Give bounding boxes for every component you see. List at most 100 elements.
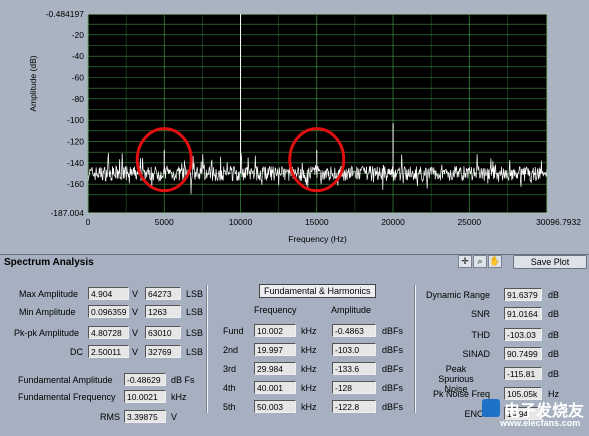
amp-row-lsb-unit: LSB — [186, 307, 204, 317]
x-tick-label: 5000 — [155, 217, 174, 227]
harmonic-amplitude-unit: dBFs — [382, 326, 404, 336]
cursor-tool-icon[interactable]: ✛ — [458, 255, 472, 268]
amp-row-volts-unit: V — [132, 289, 139, 299]
x-tick-label: 20000 — [381, 217, 405, 227]
harmonic-frequency-unit: kHz — [301, 364, 317, 374]
harmonic-frequency-unit: kHz — [301, 383, 317, 393]
metric-value: 91.0164 — [504, 307, 542, 320]
harmonic-name: 4th — [223, 383, 236, 393]
fund-amp-label: Fundamental Amplitude — [18, 375, 113, 385]
x-tick-label: 30096.7932 — [536, 217, 581, 227]
metric-value: 91.6379 — [504, 288, 542, 301]
x-tick-label: 10000 — [229, 217, 253, 227]
rms-label: RMS — [100, 412, 120, 422]
metric-unit: dB — [548, 349, 560, 359]
y-tick-label: -140 — [67, 158, 84, 168]
harmonic-name: 5th — [223, 402, 236, 412]
y-tick-label: -100 — [67, 115, 84, 125]
fund-amp-value: -0.48629 — [124, 373, 166, 386]
metric-value: -115.81 — [504, 367, 542, 380]
harmonic-amplitude-unit: dBFs — [382, 402, 404, 412]
harmonic-name: 2nd — [223, 345, 239, 355]
amp-row-lsb-unit: LSB — [186, 328, 204, 338]
metric-label: SINAD — [462, 349, 490, 359]
panel-title: Spectrum Analysis — [4, 257, 94, 268]
x-tick-label: 15000 — [305, 217, 329, 227]
amp-row-lsb: 32769 — [145, 345, 181, 358]
amp-row-volts-unit: V — [132, 347, 139, 357]
pan-tool-icon[interactable]: ✋ — [488, 255, 502, 268]
harmonic-frequency: 40.001 — [254, 381, 296, 394]
amp-row-lsb: 1263 — [145, 305, 181, 318]
harmonic-amplitude-unit: dBFs — [382, 345, 404, 355]
amp-row-volts: 2.50011 — [88, 345, 129, 358]
harmonic-amplitude: -103.0 — [332, 343, 376, 356]
metric-unit: dB — [548, 290, 560, 300]
fund-freq-label: Fundamental Frequency — [18, 392, 116, 402]
amp-row-label: DC — [70, 347, 83, 357]
y-tick-label: -120 — [67, 137, 84, 147]
metric-label: SNR — [470, 309, 490, 319]
amp-row-volts: 4.80728 — [88, 326, 129, 339]
harmonic-amplitude-unit: dBFs — [382, 383, 404, 393]
amp-row-lsb: 63010 — [145, 326, 181, 339]
harmonic-name: Fund — [223, 326, 244, 336]
fund-freq-value: 10.0021 — [124, 390, 166, 403]
y-tick-label: -60 — [72, 72, 85, 82]
amp-row-volts-unit: V — [132, 328, 139, 338]
spectrum-chart-svg: -0.484197 -20 -40 -60 -80 -100 -120 -140 -160 -18… — [28, 9, 581, 244]
harmonic-amplitude: -128 — [332, 381, 376, 394]
harmonic-amplitude: -133.6 — [332, 362, 376, 375]
harmonic-amplitude: -122.8 — [332, 400, 376, 413]
metric-unit: dB — [548, 330, 560, 340]
harmonic-amplitude: -0.4863 — [332, 324, 376, 337]
fund-amp-unit: dB Fs — [171, 375, 195, 385]
harmonics-col-amplitude: Amplitude — [331, 305, 372, 315]
divider-right — [414, 285, 416, 413]
y-tick-label: -80 — [72, 94, 85, 104]
x-tick-label: 25000 — [457, 217, 481, 227]
spectrum-analysis-panel: Spectrum Analysis ✛ ⌕ ✋ Save Plot Max Am… — [0, 254, 589, 436]
y-axis-label: Amplitude (dB) — [28, 55, 38, 111]
x-axis-label: Frequency (Hz) — [288, 234, 347, 244]
metric-value: -103.03 — [504, 328, 542, 341]
plot-background — [87, 13, 548, 214]
amp-row-lsb-unit: LSB — [186, 289, 204, 299]
harmonic-amplitude-unit: dBFs — [382, 364, 404, 374]
amp-row-lsb: 64273 — [145, 287, 181, 300]
harmonic-frequency: 10.002 — [254, 324, 296, 337]
harmonic-frequency-unit: kHz — [301, 326, 317, 336]
harmonic-frequency: 19.997 — [254, 343, 296, 356]
harmonics-col-frequency: Frequency — [254, 305, 297, 315]
y-tick-label: -187.004 — [50, 208, 84, 218]
amp-row-volts: 4.904 — [88, 287, 129, 300]
harmonic-frequency-unit: kHz — [301, 345, 317, 355]
y-tick-label: -40 — [72, 51, 85, 61]
harmonic-frequency-unit: kHz — [301, 402, 317, 412]
metric-unit: dB — [548, 309, 560, 319]
rms-unit: V — [171, 412, 178, 422]
zoom-tool-icon[interactable]: ⌕ — [473, 255, 487, 268]
harmonic-frequency: 29.984 — [254, 362, 296, 375]
harmonics-header: Fundamental & Harmonics — [259, 284, 376, 298]
amp-row-label: Max Amplitude — [19, 289, 79, 299]
save-plot-button[interactable]: Save Plot — [513, 255, 587, 269]
metric-label: Pk Noise Freq — [432, 389, 490, 399]
fund-freq-unit: kHz — [171, 392, 187, 402]
metric-label: Dynamic Range — [425, 290, 490, 300]
amp-row-volts: 0.096359 — [88, 305, 129, 318]
metric-label: THD — [471, 330, 491, 340]
amp-row-volts-unit: V — [132, 307, 139, 317]
divider-left — [206, 285, 208, 413]
x-tick-label: 0 — [86, 217, 91, 227]
watermark-logo-icon — [482, 399, 500, 417]
metric-unit: dB — [548, 369, 560, 379]
amp-row-label: Min Amplitude — [19, 307, 76, 317]
amp-row-lsb-unit: LSB — [186, 347, 204, 357]
y-tick-label: -0.484197 — [46, 9, 85, 19]
y-tick-label: -160 — [67, 179, 84, 189]
watermark-url: www.elecfans.com — [500, 418, 581, 428]
y-tick-label: -20 — [72, 30, 85, 40]
spectrum-plot: -0.484197 -20 -40 -60 -80 -100 -120 -140 -160 -18… — [0, 0, 589, 255]
harmonic-name: 3rd — [223, 364, 237, 374]
